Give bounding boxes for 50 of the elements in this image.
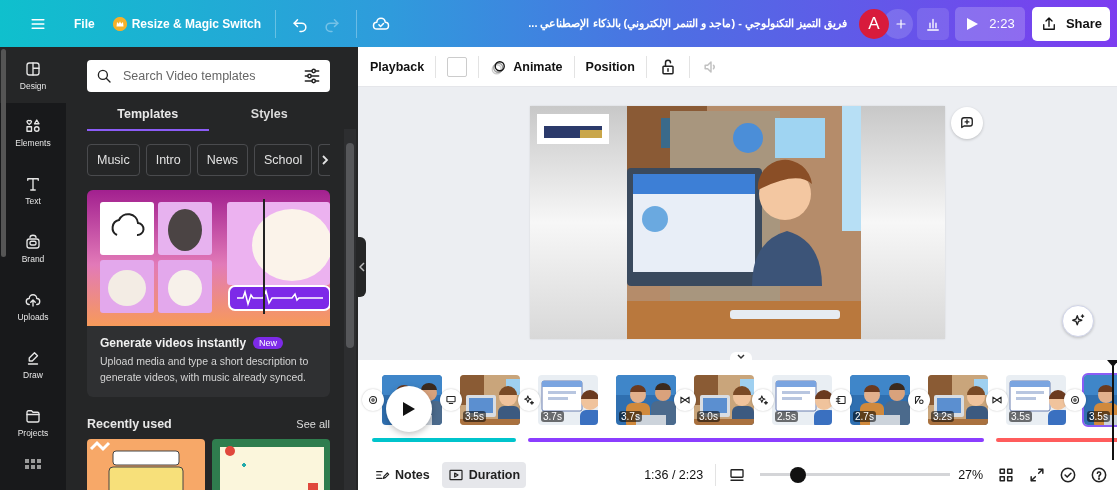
sidebar-item[interactable]: Draw [0,335,66,393]
search-bar[interactable]: Search Video templates [87,60,330,92]
clip-duration: 3.5s [1087,411,1110,422]
timeline-clip[interactable]: 3.0s [692,373,756,427]
promo-card[interactable]: Generate videos instantly New Upload media and type a short description to generate videos, with music already synced. [87,190,330,397]
zoom-reading: 27% [957,468,984,482]
sidebar-item[interactable]: Uploads [0,277,66,335]
timeline-clip[interactable]: 2.7s [848,373,912,427]
user-avatar[interactable]: A [859,8,889,39]
timeline-clip[interactable]: 3.2s [926,373,990,427]
sidebar-item[interactable]: Brand [0,219,66,277]
clip-duration: 3.7s [619,411,642,422]
timeline-clip[interactable]: 3.5s [1082,373,1117,427]
position-button[interactable]: Position [585,50,635,83]
category-chip[interactable]: Intro [145,144,191,176]
timeline-clip[interactable]: 3.7s [536,373,600,427]
present-button[interactable]: 2:23 [955,6,1025,41]
clip-duration: 3.0s [697,411,720,422]
category-chip[interactable]: Music [87,144,140,176]
clip-duration: 3.7s [541,411,564,422]
panel-tab[interactable]: Styles [208,99,330,131]
clip-duration: 3.2s [931,411,954,422]
clip-duration: 3.5s [1009,411,1032,422]
see-all-link[interactable]: See all [296,418,330,430]
promo-description: Upload media and type a short description to generate videos, with music already synced. [100,354,310,385]
clip-duration: 2.5s [775,411,798,422]
category-chip[interactable]: School [253,144,313,176]
timeline-clip[interactable]: 2.5s [770,373,834,427]
animate-button[interactable]: Animate [490,50,563,83]
sidebar-item[interactable]: Text [0,161,66,219]
timeline-clip[interactable]: 3.5s [458,373,522,427]
duration-button[interactable]: Duration [441,462,527,488]
playback-button[interactable]: Playback [370,50,425,83]
promo-title: Generate videos instantly [100,336,247,350]
section-heading: Recently used [87,417,172,431]
clip-duration: 3.5s [463,411,486,422]
design-title[interactable]: فريق التميز التكنولوجي - (ماجد و التنمر الإلكتروني) بالذكاء الإصطناعي ... [397,17,859,30]
sidebar-item[interactable]: Elements [0,103,66,161]
notes-button[interactable]: Notes [368,462,436,488]
timeline-clip[interactable]: 3.7s [614,373,678,427]
panel-tab[interactable]: Templates [87,99,209,131]
clip-duration: 2.7s [853,411,876,422]
new-badge: New [253,337,284,349]
timeline-clip[interactable]: 3.5s [1004,373,1068,427]
category-chip[interactable]: News [196,144,248,176]
search-field[interactable]: Search Video templates [121,68,294,84]
sidebar-item[interactable]: Projects [0,393,66,451]
playback-time: 1:36 / 2:23 [644,468,704,482]
share-button[interactable]: Share [1032,6,1110,41]
sidebar-item[interactable]: Design [0,47,66,103]
